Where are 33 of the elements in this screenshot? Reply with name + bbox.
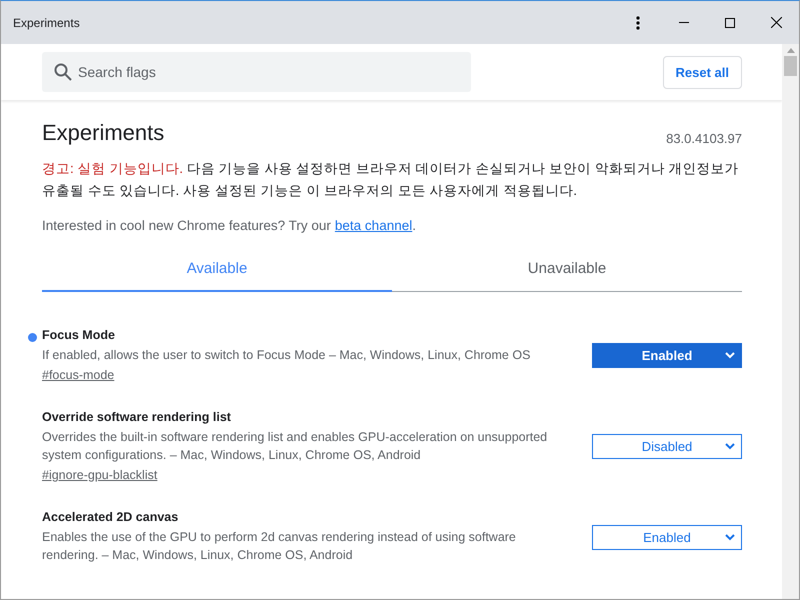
caret-icon [725,352,735,358]
maximize-icon [725,18,735,28]
window-title: Experiments [13,16,81,30]
scroll-thumb[interactable] [784,56,797,76]
page-title: Experiments [42,120,164,146]
flag-description: If enabled, allows the user to switch to Focus Mode – Mac, Windows, Linux, Chrome OS [42,347,532,364]
flag-description: Overrides the built-in software rendering list and enables GPU-acceleration on unsupported system configurations. – Mac, Windows, Linux, Chrome OS, Android [42,429,548,464]
close-icon [770,17,782,28]
minimize-icon [679,22,689,23]
version-text: 83.0.4103.97 [666,131,742,146]
warning-text: 경고: 실험 기능입니다. 다음 기능을 사용 설정하면 브라우저 데이터가 손실되거나 보안이 악화되거나 개인정보가 유출될 수도 있습니다. 사용 설정된 기능은 이 브라우저의 모든 사용자에게 적용됩니다. [42,160,740,200]
beta-channel-link[interactable]: beta channel [334,218,412,233]
period-text: . [412,218,416,233]
flag-state-select[interactable]: Disabled [592,434,742,458]
search-field[interactable]: Search flags [42,52,471,92]
caret-icon [725,442,735,450]
flag-name: Accelerated 2D canvas [42,510,180,524]
flag-link[interactable]: #focus-mode [42,368,114,382]
search-icon [54,63,72,81]
tab[interactable]: Available [42,247,392,292]
flag-state-select[interactable]: Enabled [592,524,742,550]
scrollbar[interactable] [782,44,799,599]
flag-state-select[interactable]: Enabled [592,342,742,368]
intro-text: Interested in cool new Chrome features? Try our [42,218,331,233]
flag-description: Enables the use of the GPU to perform 2d canvas rendering instead of using software rendering. – Mac, Windows, Linux, Chrome OS, Android [42,529,517,564]
flag-name: Override software rendering list [42,410,232,424]
reset-all-button[interactable]: Reset all [662,56,742,88]
caret-icon [725,534,735,540]
more-icon [636,16,640,30]
tab[interactable]: Unavailable [392,247,742,292]
flag-name: Focus Mode [42,328,116,342]
flag-link[interactable]: #ignore-gpu-blacklist [42,468,158,482]
scroll-up-icon [786,48,794,53]
